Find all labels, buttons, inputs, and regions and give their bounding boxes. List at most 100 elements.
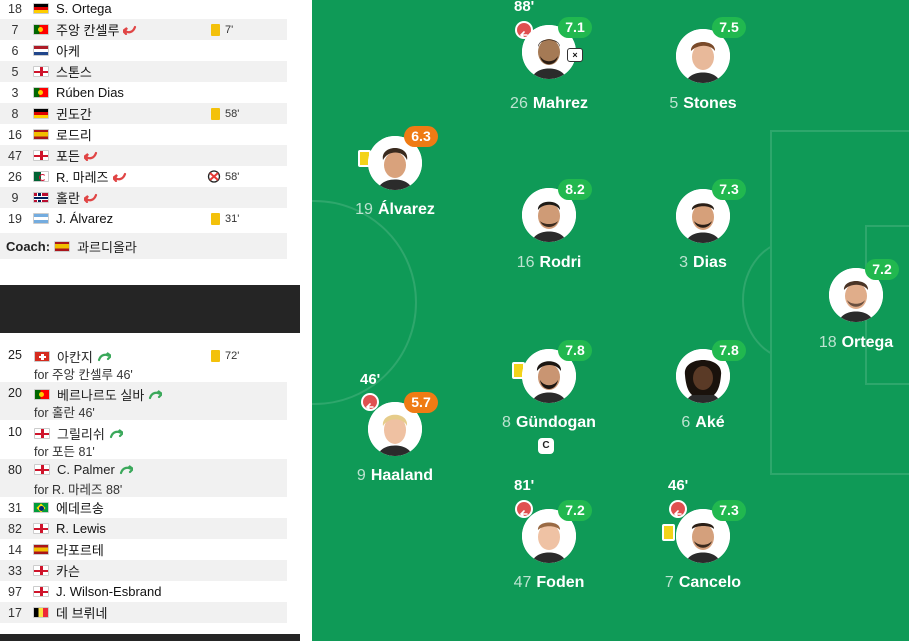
player-label: 19 Álvarez (355, 201, 435, 218)
lineup-row[interactable]: 16 로드리 (0, 124, 287, 145)
substitution-in-icon (109, 428, 123, 439)
england-flag-icon (34, 428, 50, 439)
switzerland-flag-icon (34, 351, 50, 362)
germany-flag-icon (33, 3, 49, 14)
yellow-card-icon (662, 524, 675, 541)
substitute-row[interactable]: 25 아칸지 for 주앙 칸셀루 46' 72' (0, 344, 287, 382)
substitution-minute: 46' (360, 371, 381, 388)
player-number: 10 (8, 425, 22, 439)
substitution-in-icon (97, 351, 111, 362)
substitution-detail: for 홀란 46' (34, 406, 95, 420)
germany-flag-icon (33, 108, 49, 119)
bench-row[interactable]: 17 데 브뤼네 (0, 602, 287, 623)
netherlands-flag-icon (33, 45, 49, 56)
player-name[interactable]: 데 브뤼네 (56, 603, 107, 622)
coach-row[interactable]: Coach: 과르디올라 (0, 233, 287, 259)
player-name[interactable]: 주앙 칸셀루 (56, 20, 119, 39)
lineup-row[interactable]: 26 R. 마레즈 58' (0, 166, 287, 187)
player-rating: 7.1 (558, 17, 592, 38)
substitution-out-icon (83, 193, 98, 203)
section-divider (0, 634, 300, 641)
lineup-panel: 18 S. Ortega 7 주앙 칸셀루 7' 6 아케 5 스톤스 3 Rú… (0, 0, 300, 641)
player-label: 18 Ortega (818, 334, 894, 351)
portugal-flag-icon (33, 87, 49, 98)
england-flag-icon (33, 66, 49, 77)
player-rating: 7.8 (558, 340, 592, 361)
player-number: 5 (11, 64, 19, 79)
player-label: 6 Aké (681, 414, 725, 431)
substitute-row[interactable]: 20 베르나르도 실바 for 홀란 46' (0, 382, 287, 420)
player-label: 16 Rodri (516, 254, 582, 271)
england-flag-icon (33, 565, 49, 576)
substitution-out-icon (123, 25, 137, 35)
player-name[interactable]: 카슨 (56, 561, 80, 580)
coach-label: Coach: (6, 238, 51, 254)
substitution-in-icon (148, 389, 163, 400)
player-label: 3 Dias (679, 254, 727, 271)
player-number: 16 (8, 127, 22, 142)
player-name[interactable]: Rúben Dias (56, 85, 124, 100)
player-name[interactable]: 라포르테 (56, 540, 104, 559)
brazil-flag-icon (33, 502, 49, 513)
player-label: 26 Mahrez (510, 95, 588, 112)
player-number: 7 (11, 22, 19, 37)
substitution-detail: for 포든 81' (34, 445, 95, 459)
player-rating: 7.5 (712, 17, 746, 38)
player-name[interactable]: S. Ortega (56, 1, 112, 16)
argentina-flag-icon (33, 213, 49, 224)
player-rating: 7.8 (712, 340, 746, 361)
lineup-row[interactable]: 7 주앙 칸셀루 7' (0, 19, 287, 40)
portugal-flag-icon (33, 24, 49, 35)
bench-row[interactable]: 82 R. Lewis (0, 518, 287, 539)
lineup-row[interactable]: 18 S. Ortega (0, 0, 287, 19)
spain-flag-icon (54, 240, 71, 252)
coach-name[interactable]: 과르디올라 (77, 237, 137, 256)
player-label: 7 Cancelo (664, 574, 742, 591)
player-rating: 7.3 (712, 500, 746, 521)
player-name[interactable]: 에데르송 (56, 498, 104, 517)
england-flag-icon (33, 586, 49, 597)
player-name[interactable]: C. Palmer (57, 462, 115, 477)
player-name[interactable]: 홀란 (56, 188, 80, 207)
player-name[interactable]: 귄도간 (56, 104, 92, 123)
missed-penalty-icon (207, 170, 221, 183)
player-number: 47 (8, 148, 22, 163)
lineup-row[interactable]: 47 포든 (0, 145, 287, 166)
substitute-row[interactable]: 10 그릴리쉬 for 포든 81' (0, 421, 287, 459)
player-number: 33 (8, 563, 22, 578)
player-rating: 6.3 (404, 126, 438, 147)
lineup-row[interactable]: 8 귄도간 58' (0, 103, 287, 124)
lineup-row[interactable]: 6 아케 (0, 40, 287, 61)
missed-penalty-icon: × (567, 48, 583, 62)
bench-row[interactable]: 14 라포르테 (0, 539, 287, 560)
player-name[interactable]: R. 마레즈 (56, 167, 109, 186)
bench-row[interactable]: 31 에데르송 (0, 497, 287, 518)
event-minute: 72' (225, 350, 240, 362)
player-name[interactable]: J. Wilson-Esbrand (56, 584, 161, 599)
lineup-row[interactable]: 5 스톤스 (0, 61, 287, 82)
bench-row[interactable]: 97 J. Wilson-Esbrand (0, 581, 287, 602)
lineup-row[interactable]: 3 Rúben Dias (0, 82, 287, 103)
player-name[interactable]: J. Álvarez (56, 211, 113, 226)
player-number: 25 (8, 348, 22, 362)
player-name[interactable]: 포든 (56, 146, 80, 165)
substitute-row[interactable]: 80 C. Palmer for R. 마레즈 88' (0, 459, 287, 497)
player-number: 20 (8, 386, 22, 400)
player-rating: 8.2 (558, 179, 592, 200)
player-name[interactable]: 스톤스 (56, 62, 92, 81)
bench-row[interactable]: 33 카슨 (0, 560, 287, 581)
player-number: 14 (8, 542, 22, 557)
player-rating: 7.2 (865, 259, 899, 280)
england-flag-icon (34, 464, 50, 475)
player-name[interactable]: 로드리 (56, 125, 92, 144)
substitution-detail: for R. 마레즈 88' (34, 483, 123, 497)
lineup-row[interactable]: 19 J. Álvarez 31' (0, 208, 287, 229)
lineup-row[interactable]: 9 홀란 (0, 187, 287, 208)
belgium-flag-icon (33, 607, 49, 618)
player-label: 8 Gündogan (502, 414, 596, 431)
event-minute: 58' (225, 171, 240, 183)
player-name[interactable]: R. Lewis (56, 521, 106, 536)
portugal-flag-icon (34, 389, 50, 400)
player-name[interactable]: 아케 (56, 41, 80, 60)
substitution-minute: 81' (514, 477, 535, 494)
